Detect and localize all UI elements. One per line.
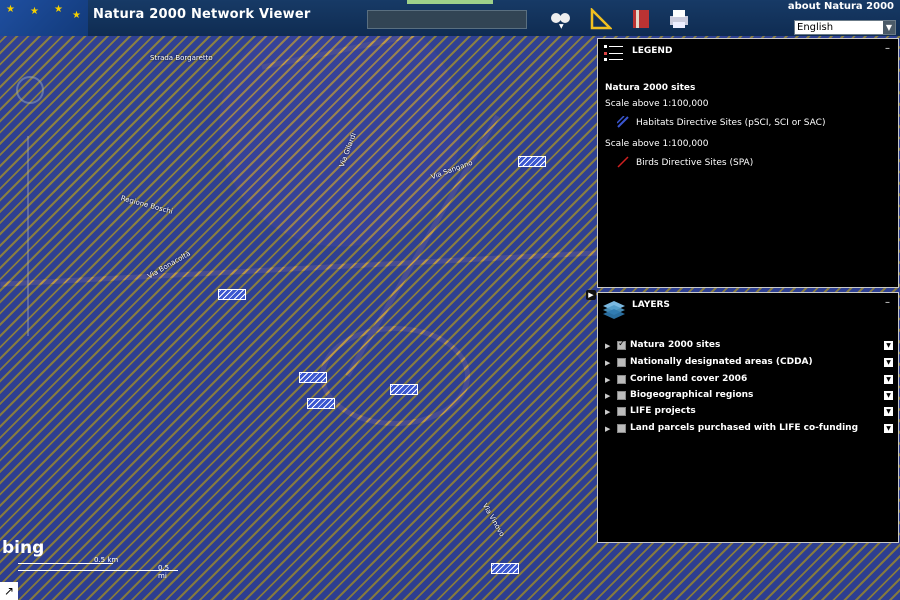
layer-label: Land parcels purchased with LIFE co-fund… [630, 423, 859, 433]
layer-checkbox[interactable] [617, 339, 626, 350]
binoculars-tool-button[interactable]: ▼ [548, 7, 574, 31]
layer-options-dropdown[interactable]: ▼ [884, 341, 893, 350]
printer-icon [670, 10, 688, 28]
layer-row-biogeo[interactable]: ▶ Biogeographical regions ▼ [605, 390, 895, 404]
search-highlight [407, 0, 493, 4]
ruler-triangle-icon [590, 8, 612, 30]
layer-checkbox[interactable] [617, 391, 626, 400]
svg-text:▼: ▼ [559, 23, 564, 29]
expand-arrow-icon[interactable]: ▶ [605, 392, 610, 400]
site-marker[interactable] [518, 156, 546, 167]
layer-checkbox[interactable] [617, 358, 626, 367]
layer-label: Nationally designated areas (CDDA) [630, 357, 813, 367]
site-marker[interactable] [299, 372, 327, 383]
legend-title: LEGEND [632, 46, 673, 56]
layer-label: Corine land cover 2006 [630, 374, 748, 384]
bing-logo: bing [2, 538, 45, 558]
zoom-slider[interactable] [27, 136, 29, 336]
expand-arrow-icon[interactable]: ▶ [605, 342, 610, 350]
language-selected: English [797, 22, 834, 33]
scale-line-mi [18, 570, 178, 571]
measure-tool-button[interactable] [588, 7, 614, 31]
expand-arrow-button[interactable]: ↗ [0, 582, 18, 600]
legend-minimize-button[interactable]: – [885, 44, 894, 54]
map-label: Strada Borgaretto [150, 54, 213, 62]
layer-label: Biogeographical regions [630, 390, 754, 400]
book-icon [633, 10, 649, 28]
scale-line-km [18, 563, 113, 564]
layers-title: LAYERS [632, 300, 670, 310]
layer-row-life[interactable]: ▶ LIFE projects ▼ [605, 406, 895, 420]
scale-bar: 0.5 km 0.5 mi [18, 556, 178, 580]
layer-row-land-parcels[interactable]: ▶ Land parcels purchased with LIFE co-fu… [605, 423, 895, 437]
pan-compass-icon[interactable] [16, 76, 44, 104]
layers-panel: LAYERS – ▶ Natura 2000 sites ▼ ▶ Nationa… [597, 292, 899, 543]
expand-arrow-icon[interactable]: ▶ [605, 359, 610, 367]
panel-collapse-button[interactable]: ▶ [586, 290, 596, 300]
header-bar: ★ ★ ★ ★ Natura 2000 Network Viewer ▼ about … [0, 0, 900, 36]
legend-item-habitats: Habitats Directive Sites (pSCI, SCI or S… [636, 118, 826, 128]
layer-row-cdda[interactable]: ▶ Nationally designated areas (CDDA) ▼ [605, 357, 895, 371]
layer-label: LIFE projects [630, 406, 696, 416]
legend-list-icon [604, 45, 623, 61]
site-marker[interactable] [491, 563, 519, 574]
chevron-down-icon: ▼ [883, 21, 895, 34]
legend-item-birds: Birds Directive Sites (SPA) [636, 158, 754, 168]
birds-swatch-icon [617, 156, 629, 168]
site-marker[interactable] [307, 398, 335, 409]
scale-bottom-label: 0.5 mi [158, 564, 170, 580]
layer-row-natura[interactable]: ▶ Natura 2000 sites ▼ [605, 339, 895, 354]
legend-scale-label: Scale above 1:100,000 [605, 99, 709, 109]
binoculars-icon: ▼ [551, 13, 570, 29]
layer-checkbox[interactable] [617, 424, 626, 433]
about-natura-link[interactable]: about Natura 2000 [788, 1, 894, 12]
layer-options-dropdown[interactable]: ▼ [884, 424, 893, 433]
expand-arrow-icon[interactable]: ▶ [605, 408, 610, 416]
legend-scale-label: Scale above 1:100,000 [605, 139, 709, 149]
expand-arrow-icon[interactable]: ▶ [605, 376, 610, 384]
app-title: Natura 2000 Network Viewer [93, 7, 311, 22]
layers-minimize-button[interactable]: – [885, 298, 894, 308]
layers-stack-icon [603, 301, 625, 319]
habitats-swatch-icon [617, 116, 629, 128]
expand-arrow-icon[interactable]: ▶ [605, 425, 610, 433]
layer-options-dropdown[interactable]: ▼ [884, 375, 893, 384]
layer-options-dropdown[interactable]: ▼ [884, 407, 893, 416]
book-tool-button[interactable] [628, 7, 654, 31]
site-marker[interactable] [218, 289, 246, 300]
print-button[interactable] [666, 7, 692, 31]
legend-panel: LEGEND – Natura 2000 sites Scale above 1… [597, 38, 899, 288]
language-select[interactable]: English ▼ [794, 20, 896, 35]
layer-options-dropdown[interactable]: ▼ [884, 391, 893, 400]
layer-options-dropdown[interactable]: ▼ [884, 358, 893, 367]
layer-checkbox[interactable] [617, 407, 626, 416]
legend-section-title: Natura 2000 sites [605, 83, 696, 93]
map-navigation-control[interactable] [8, 76, 48, 346]
layer-row-corine[interactable]: ▶ Corine land cover 2006 ▼ [605, 374, 895, 388]
eu-flag-logo: ★ ★ ★ ★ [0, 0, 88, 36]
site-marker[interactable] [390, 384, 418, 395]
layer-label: Natura 2000 sites [630, 340, 721, 350]
layer-checkbox[interactable] [617, 375, 626, 384]
search-input[interactable] [367, 10, 527, 29]
